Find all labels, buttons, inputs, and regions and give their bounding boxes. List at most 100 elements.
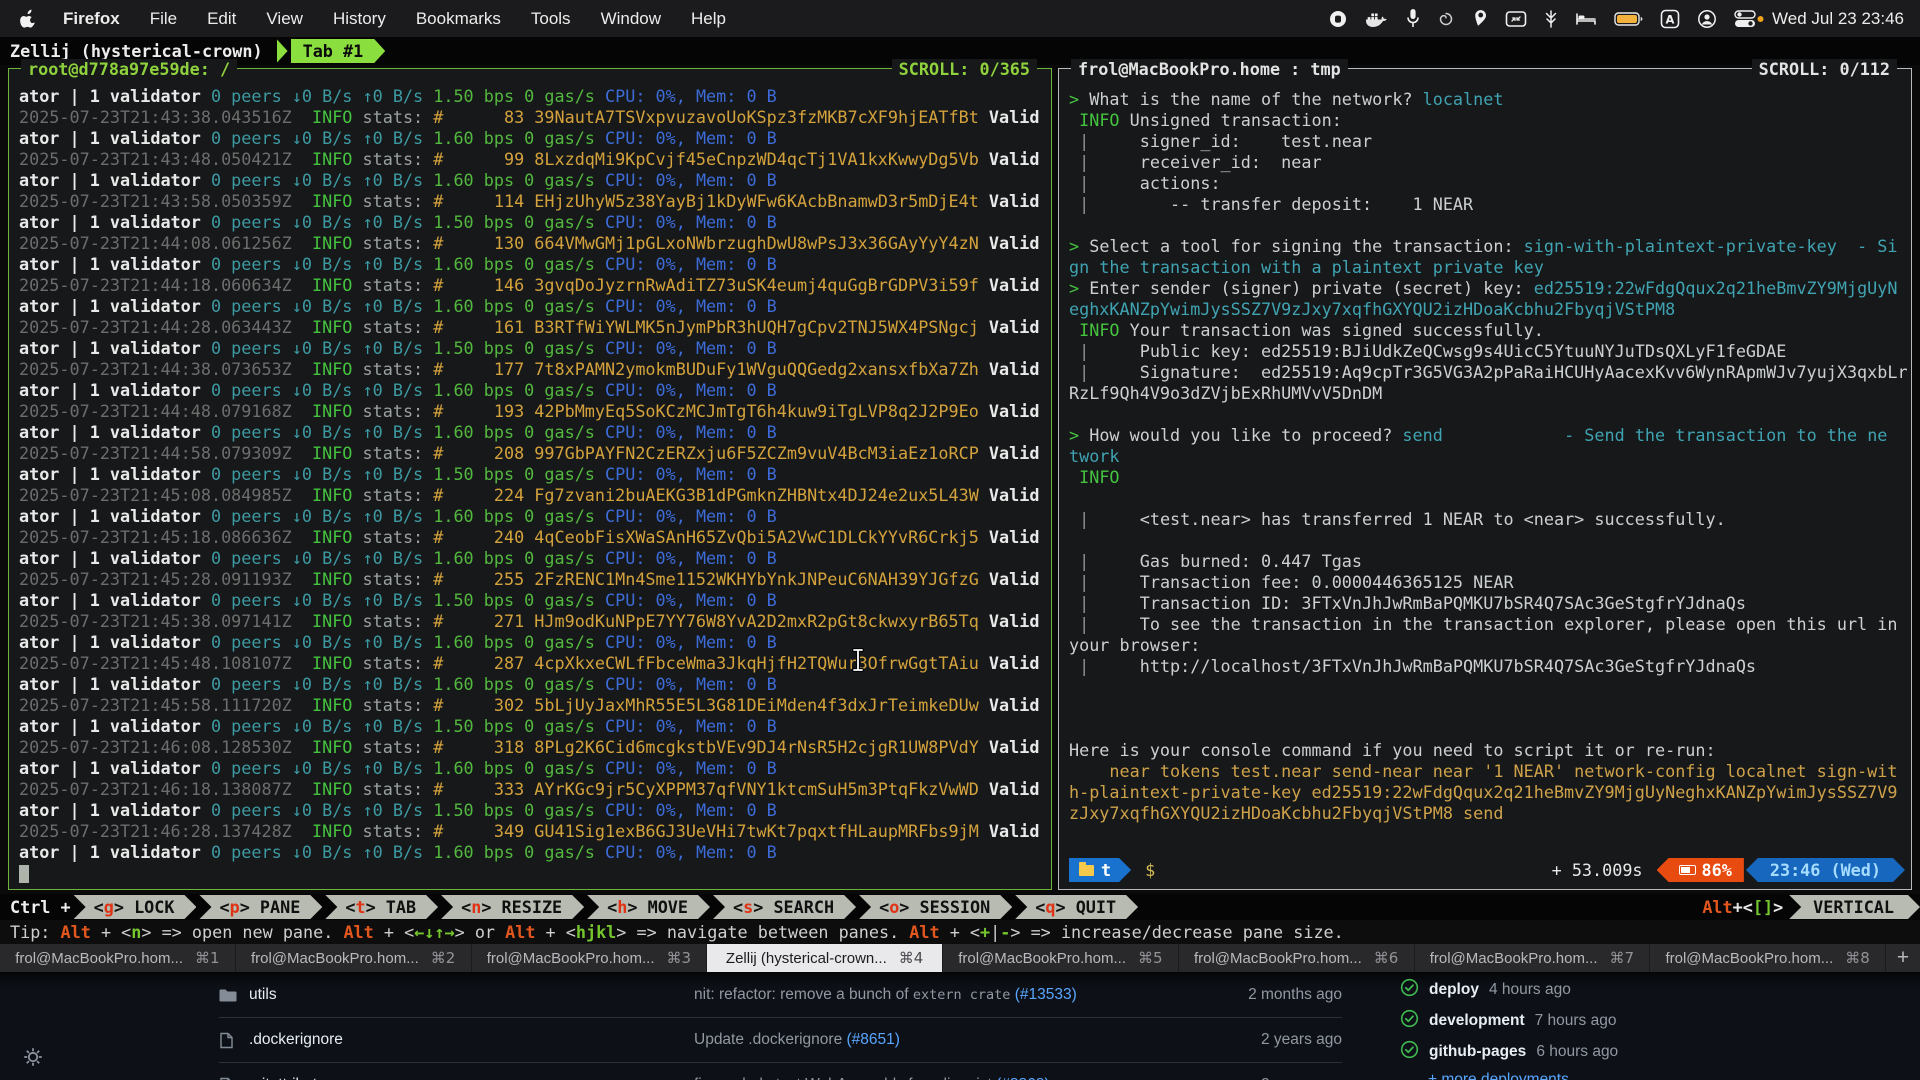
- pr-link[interactable]: (#8868): [996, 1076, 1049, 1080]
- file-row[interactable]: utils nit: refactor: remove a bunch of ex…: [219, 972, 1342, 1017]
- zellij-tab-1[interactable]: Tab #1: [291, 39, 386, 63]
- log-stat-line: ator | 1 validator 0 peers ↓0 B/s ↑0 B/s…: [19, 86, 1049, 107]
- menu-item-tools[interactable]: Tools: [531, 9, 571, 29]
- deployment-name-link[interactable]: github-pages: [1429, 1043, 1526, 1061]
- log-info-line: 2025-07-23T21:46:28.137428Z INFO stats: …: [19, 821, 1049, 842]
- log-stat-line: ator | 1 validator 0 peers ↓0 B/s ↑0 B/s…: [19, 464, 1049, 485]
- terminal-tab-8[interactable]: frol@MacBookPro.hom...⌘8: [1650, 944, 1886, 972]
- microphone-icon[interactable]: [1406, 7, 1420, 31]
- left-pane[interactable]: root@d778a97e59de: / SCROLL: 0/365 ator …: [8, 68, 1052, 890]
- terminal-tab-6[interactable]: frol@MacBookPro.hom...⌘6: [1179, 944, 1415, 972]
- terminal-line: > What is the name of the network? local…: [1069, 89, 1909, 110]
- file-row[interactable]: .gitattributes fix: exclude test WebAssem…: [219, 1062, 1342, 1080]
- menu-item-firefox[interactable]: Firefox: [63, 9, 120, 29]
- file-name-link[interactable]: utils: [249, 986, 277, 1004]
- menu-item-file[interactable]: File: [150, 9, 177, 29]
- terminal-line: | Public key: ed25519:BJiUdkZeQCwsg9s4Ui…: [1069, 341, 1909, 362]
- session-title: Zellij (hysterical-crown): [10, 41, 263, 61]
- terminal-tab-4[interactable]: Zellij (hysterical-crown...⌘4: [707, 944, 943, 972]
- deployment-name-link[interactable]: development: [1429, 1012, 1525, 1030]
- tab-label: frol@MacBookPro.hom...: [1194, 950, 1362, 967]
- right-pane[interactable]: frol@MacBookPro.home : tmp SCROLL: 0/112…: [1058, 68, 1912, 890]
- shell-status-bar: t $ + 53.009s 86% 23:46 (Wed): [1069, 857, 1905, 883]
- log-stat-line: ator | 1 validator 0 peers ↓0 B/s ↑0 B/s…: [19, 800, 1049, 821]
- log-stat-line: ator | 1 validator 0 peers ↓0 B/s ↑0 B/s…: [19, 422, 1049, 443]
- pr-link[interactable]: (#13533): [1015, 986, 1077, 1003]
- deployment-age: 7 hours ago: [1535, 1012, 1617, 1030]
- control-center-icon[interactable]: [1734, 7, 1764, 31]
- file-name-link[interactable]: .gitattributes: [249, 1076, 333, 1080]
- check-circle-icon: [1400, 1040, 1419, 1064]
- terminal-tab-2[interactable]: frol@MacBookPro.hom...⌘2: [236, 944, 472, 972]
- menu-item-window[interactable]: Window: [601, 9, 661, 29]
- terminal-line: INFO Your transaction was signed success…: [1069, 320, 1909, 341]
- input-source-icon[interactable]: A: [1660, 7, 1680, 31]
- file-row[interactable]: .dockerignore Update .dockerignore (#8651…: [219, 1017, 1342, 1062]
- log-info-line: 2025-07-23T21:45:18.086636Z INFO stats: …: [19, 527, 1049, 548]
- elapsed-time: + 53.009s: [1552, 860, 1643, 880]
- menu-item-help[interactable]: Help: [691, 9, 726, 29]
- pr-link[interactable]: (#8651): [847, 1031, 900, 1048]
- commit-message[interactable]: Update .dockerignore (#8651): [694, 1031, 900, 1049]
- menu-item-view[interactable]: View: [266, 9, 303, 29]
- terminal-tab-5[interactable]: frol@MacBookPro.hom...⌘5: [943, 944, 1179, 972]
- menu-item-history[interactable]: History: [333, 9, 386, 29]
- tab-arrow-icon: [277, 39, 288, 63]
- terminal-cursor: [19, 863, 1049, 884]
- keybar-hint-search: <s> SEARCH: [713, 895, 856, 919]
- check-circle-icon: [1400, 1009, 1419, 1033]
- branch-icon[interactable]: [1544, 7, 1558, 31]
- commit-message[interactable]: nit: refactor: remove a bunch of extern …: [694, 986, 1077, 1004]
- apple-menu[interactable]: [20, 9, 37, 29]
- pin-icon[interactable]: [1472, 7, 1488, 31]
- terminal-line: | -- transfer deposit: 1 NEAR: [1069, 194, 1909, 215]
- apple-icon: [20, 9, 37, 29]
- deployment-name-link[interactable]: deploy: [1429, 981, 1479, 999]
- commit-message[interactable]: fix: exclude test WebAssembly from lingu…: [694, 1076, 1050, 1080]
- log-info-line: 2025-07-23T21:44:58.079309Z INFO stats: …: [19, 443, 1049, 464]
- terminal-tab-bar: frol@MacBookPro.hom...⌘1frol@MacBookPro.…: [0, 944, 1920, 972]
- deployment-age: 6 hours ago: [1536, 1043, 1618, 1061]
- tab-label: frol@MacBookPro.hom...: [15, 950, 183, 967]
- menu-item-bookmarks[interactable]: Bookmarks: [416, 9, 501, 29]
- tab-shortcut: ⌘5: [1138, 949, 1163, 967]
- terminal-line: | actions:: [1069, 173, 1909, 194]
- terminal-line: [1069, 404, 1909, 425]
- log-stat-line: ator | 1 validator 0 peers ↓0 B/s ↑0 B/s…: [19, 758, 1049, 779]
- spiral-icon[interactable]: [1437, 7, 1455, 31]
- log-info-line: 2025-07-23T21:45:28.091193Z INFO stats: …: [19, 569, 1049, 590]
- new-tab-button[interactable]: +: [1886, 944, 1920, 972]
- keybar-hint-quit: <q> QUIT: [1015, 895, 1138, 919]
- shell-prompt[interactable]: $: [1145, 860, 1155, 880]
- gear-icon[interactable]: [22, 1046, 44, 1073]
- screen-share-icon[interactable]: [1505, 7, 1527, 31]
- terminal-line: | http://localhost/3FTxVnJhJwRmBaPQMKU7b…: [1069, 656, 1909, 677]
- more-deployments-link[interactable]: + more deployments: [1428, 1071, 1900, 1080]
- commit-age: 2 years ago: [1261, 1076, 1342, 1080]
- record-stop-icon[interactable]: [1328, 7, 1348, 31]
- zellij-keybar: Ctrl + <g> LOCK<p> PANE<t> TAB<n> RESIZE…: [0, 894, 1920, 920]
- terminal-tab-3[interactable]: frol@MacBookPro.hom...⌘3: [472, 944, 708, 972]
- keybar-modifier: Ctrl +: [10, 897, 71, 917]
- terminal-line: twork: [1069, 446, 1909, 467]
- terminal-line: | Signature: ed25519:Aq9cpTr3G5VG3A2pPaR…: [1069, 362, 1909, 383]
- account-icon[interactable]: [1697, 7, 1717, 31]
- terminal-line: | signer_id: test.near: [1069, 131, 1909, 152]
- docker-icon[interactable]: [1365, 7, 1389, 31]
- battery-segment: 86%: [1657, 858, 1744, 882]
- terminal-tab-7[interactable]: frol@MacBookPro.hom...⌘7: [1415, 944, 1651, 972]
- log-info-line: 2025-07-23T21:46:08.128530Z INFO stats: …: [19, 737, 1049, 758]
- bed-icon[interactable]: [1575, 7, 1597, 31]
- battery-icon[interactable]: [1614, 7, 1643, 31]
- file-name-link[interactable]: .dockerignore: [249, 1031, 343, 1049]
- keybar-hint-pane: <p> PANE: [199, 895, 322, 919]
- browser-window: utils nit: refactor: remove a bunch of ex…: [0, 972, 1920, 1080]
- terminal-line: [1069, 719, 1909, 740]
- menu-clock[interactable]: Wed Jul 23 23:46: [1772, 9, 1904, 29]
- mouse-ibeam-cursor: [850, 648, 866, 677]
- menu-item-edit[interactable]: Edit: [207, 9, 236, 29]
- menu-bar: Firefox File Edit View History Bookmarks Tools…: [0, 0, 1920, 37]
- terminal-tab-1[interactable]: frol@MacBookPro.hom...⌘1: [0, 944, 236, 972]
- terminal-line: Here is your console command if you need…: [1069, 740, 1909, 761]
- tab-label: frol@MacBookPro.hom...: [251, 950, 419, 967]
